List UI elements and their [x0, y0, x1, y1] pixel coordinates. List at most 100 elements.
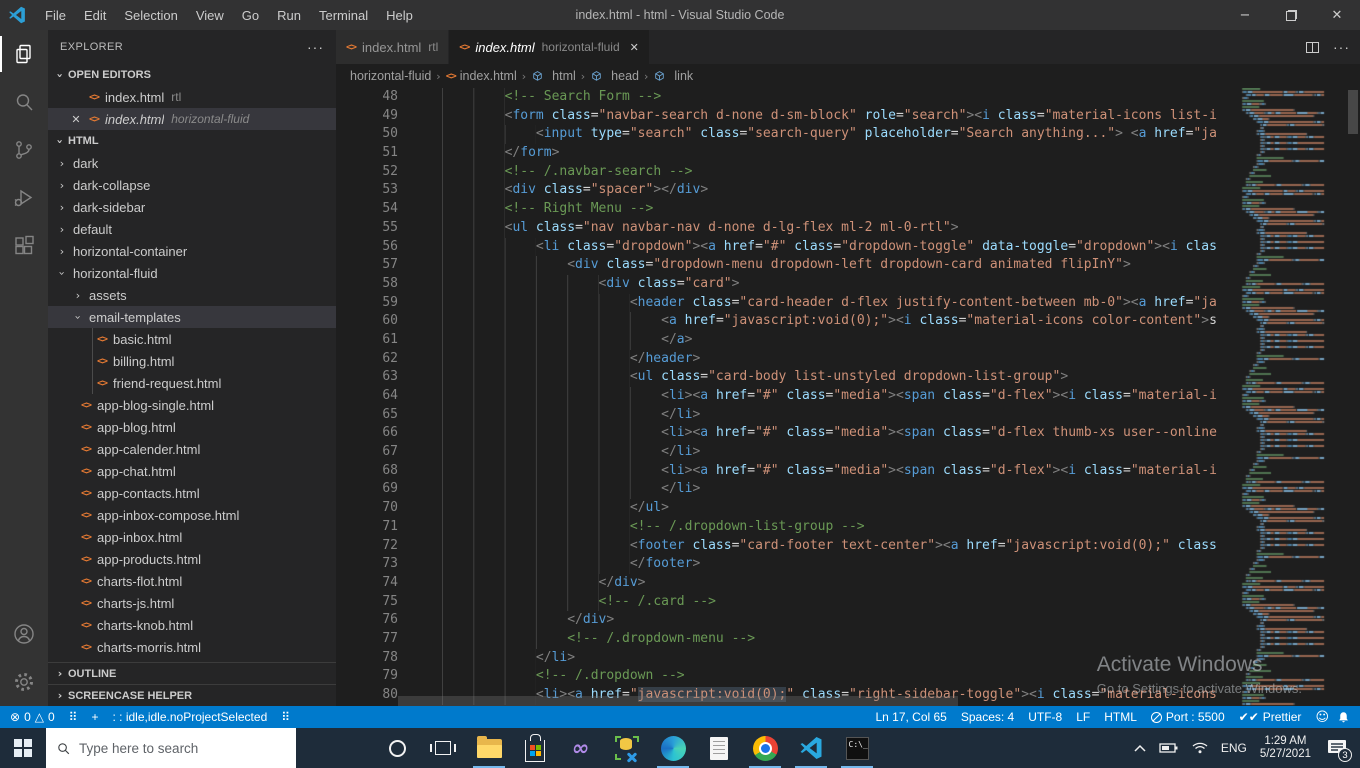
feedback-icon[interactable]: ☺ [1315, 710, 1329, 725]
breadcrumb-item-head[interactable]: head [590, 69, 639, 83]
tree-folder-horizontal-container[interactable]: › horizontal-container [48, 240, 336, 262]
breadcrumb-item-horizontal-fluid[interactable]: horizontal-fluid [350, 69, 431, 83]
file-explorer-button[interactable] [466, 728, 512, 768]
breadcrumb-item-link[interactable]: link [653, 69, 693, 83]
explorer-actions-icon[interactable]: ··· [307, 39, 324, 55]
code-line[interactable]: 65 </li> [336, 405, 1232, 425]
taskbar-search-input[interactable] [79, 740, 286, 756]
minimap[interactable] [1232, 88, 1346, 706]
close-editor-icon[interactable]: ✕ [66, 113, 86, 126]
close-button[interactable]: ✕ [1314, 0, 1360, 30]
menu-file[interactable]: File [36, 0, 75, 30]
code-line[interactable]: 76 </div> [336, 611, 1232, 630]
account-icon[interactable] [0, 610, 48, 658]
tree-file-charts-flot-html[interactable]: <> charts-flot.html [48, 570, 336, 592]
code-line[interactable]: 60 <a href="javascript:void(0);"><i class… [336, 312, 1232, 331]
code-line[interactable]: 53 <div class="spacer"></div> [336, 181, 1232, 201]
language-indicator[interactable]: ENG [1221, 741, 1247, 755]
breadcrumb-item-html[interactable]: html [531, 69, 576, 83]
admin-tools-button[interactable] [604, 728, 650, 768]
grid-status-icon[interactable]: ⠿ [69, 710, 78, 724]
tree-file-app-products-html[interactable]: <> app-products.html [48, 548, 336, 570]
code-line[interactable]: 57 <div class="dropdown-menu dropdown-lef… [336, 256, 1232, 275]
menu-terminal[interactable]: Terminal [310, 0, 377, 30]
chrome-button[interactable] [742, 728, 788, 768]
tree-file-app-inbox-compose-html[interactable]: <> app-inbox-compose.html [48, 504, 336, 526]
tree-file-app-inbox-html[interactable]: <> app-inbox.html [48, 526, 336, 548]
code-line[interactable]: 78 </li> [336, 648, 1232, 668]
tab-rtl[interactable]: <> index.html rtl [336, 30, 449, 64]
code-line[interactable]: 49 <form class="navbar-search d-none d-sm… [336, 106, 1232, 126]
live-server-port[interactable]: Port : 5500 [1150, 710, 1225, 724]
tree-folder-dark-sidebar[interactable]: › dark-sidebar [48, 196, 336, 218]
clock[interactable]: 1:29 AM 5/27/2021 [1260, 735, 1311, 762]
section-open-editors[interactable]: › OPEN EDITORS [48, 64, 336, 86]
run-debug-icon[interactable] [0, 174, 48, 222]
hidden-icons-chevron[interactable] [1134, 744, 1146, 752]
notifications-bell-icon[interactable] [1337, 711, 1350, 724]
visual-studio-button[interactable]: ∞ [558, 728, 604, 768]
code-line[interactable]: 68 <li><a href="#" class="media"><span cl… [336, 461, 1232, 481]
code-line[interactable]: 74 </div> [336, 573, 1232, 593]
open-editor-horizontal-fluid[interactable]: ✕ <> index.html horizontal-fluid [48, 108, 336, 130]
code-line[interactable]: 59 <header class="card-header d-flex just… [336, 293, 1232, 313]
section-screencast-helper[interactable]: › SCREENCASE HELPER [48, 684, 336, 706]
indentation[interactable]: Spaces: 4 [961, 710, 1014, 724]
eol-sequence[interactable]: LF [1076, 710, 1090, 724]
action-center-button[interactable]: 3 [1324, 735, 1352, 762]
code-editor[interactable]: 48 <!-- Search Form --> 49 <form class="nav… [336, 88, 1360, 706]
tab-close-icon[interactable]: ✕ [630, 41, 639, 54]
microsoft-store-button[interactable] [512, 728, 558, 768]
tree-folder-assets[interactable]: › assets [48, 284, 336, 306]
code-line[interactable]: 79 <!-- /.dropdown --> [336, 667, 1232, 686]
tree-file-charts-js-html[interactable]: <> charts-js.html [48, 592, 336, 614]
wifi-icon[interactable] [1192, 742, 1208, 754]
code-line[interactable]: 54 <!-- Right Menu --> [336, 200, 1232, 219]
encoding[interactable]: UTF-8 [1028, 710, 1062, 724]
menu-view[interactable]: View [187, 0, 233, 30]
code-line[interactable]: 66 <li><a href="#" class="media"><span cl… [336, 424, 1232, 444]
search-icon[interactable] [0, 78, 48, 126]
code-line[interactable]: 50 <input type="search" class="search-que… [336, 125, 1232, 145]
section-outline[interactable]: › OUTLINE [48, 662, 336, 684]
tree-file-app-chat-html[interactable]: <> app-chat.html [48, 460, 336, 482]
menu-run[interactable]: Run [268, 0, 310, 30]
code-line[interactable]: 72 <footer class = "card-footer text-center… [336, 536, 1232, 556]
code-line[interactable]: 75 <!-- /.card --> [336, 592, 1232, 612]
tree-folder-email-templates[interactable]: › email-templates [48, 306, 336, 328]
breadcrumb-item-index-html[interactable]: <> index.html [446, 69, 517, 83]
explorer-icon[interactable] [0, 30, 48, 78]
tree-file-charts-morris-html[interactable]: <> charts-morris.html [48, 636, 336, 658]
vertical-scrollbar[interactable] [1346, 88, 1360, 706]
tree-file-app-calender-html[interactable]: <> app-calender.html [48, 438, 336, 460]
restore-button[interactable] [1268, 0, 1314, 30]
tree-file-app-blog-html[interactable]: <> app-blog.html [48, 416, 336, 438]
add-status-icon[interactable]: + [91, 710, 98, 724]
code-line[interactable]: 67 </li> [336, 443, 1232, 462]
tree-folder-horizontal-fluid[interactable]: › horizontal-fluid [48, 262, 336, 284]
server-status[interactable]: : : idle,idle.noProjectSelected [112, 710, 267, 724]
minimize-button[interactable]: − [1222, 0, 1268, 30]
code-line[interactable]: 48 <!-- Search Form --> [336, 88, 1232, 107]
code-line[interactable]: 58 <div class="card"> [336, 274, 1232, 294]
cursor-position[interactable]: Ln 17, Col 65 [875, 710, 946, 724]
tree-file-app-blog-single-html[interactable]: <> app-blog-single.html [48, 394, 336, 416]
menu-go[interactable]: Go [233, 0, 268, 30]
menu-selection[interactable]: Selection [115, 0, 186, 30]
more-actions-icon[interactable]: ··· [1333, 39, 1350, 55]
vscode-taskbar-button[interactable] [788, 728, 834, 768]
code-line[interactable]: 52 <!-- /.navbar-search --> [336, 162, 1232, 182]
horizontal-scrollbar[interactable] [398, 696, 958, 706]
section-folder-html[interactable]: › HTML [48, 130, 336, 152]
code-line[interactable]: 64 <li><a href="#" class="media"><span cl… [336, 387, 1232, 406]
code-line[interactable]: 55 <ul class="nav navbar-nav d-none d-lg-… [336, 218, 1232, 238]
prettier-status[interactable]: ✔✔ Prettier [1239, 710, 1302, 724]
battery-icon[interactable] [1159, 742, 1179, 754]
settings-gear-icon[interactable] [0, 658, 48, 706]
command-prompt-button[interactable]: C:\_ [834, 728, 880, 768]
tree-file-billing-html[interactable]: <> billing.html [48, 350, 336, 372]
code-line[interactable]: 77 <!-- /.dropdown-menu --> [336, 629, 1232, 649]
language-mode[interactable]: HTML [1104, 710, 1137, 724]
code-line[interactable]: 61 </a> [336, 330, 1232, 350]
code-line[interactable]: 63 <ul class="card-body list-unstyled dro… [336, 368, 1232, 387]
